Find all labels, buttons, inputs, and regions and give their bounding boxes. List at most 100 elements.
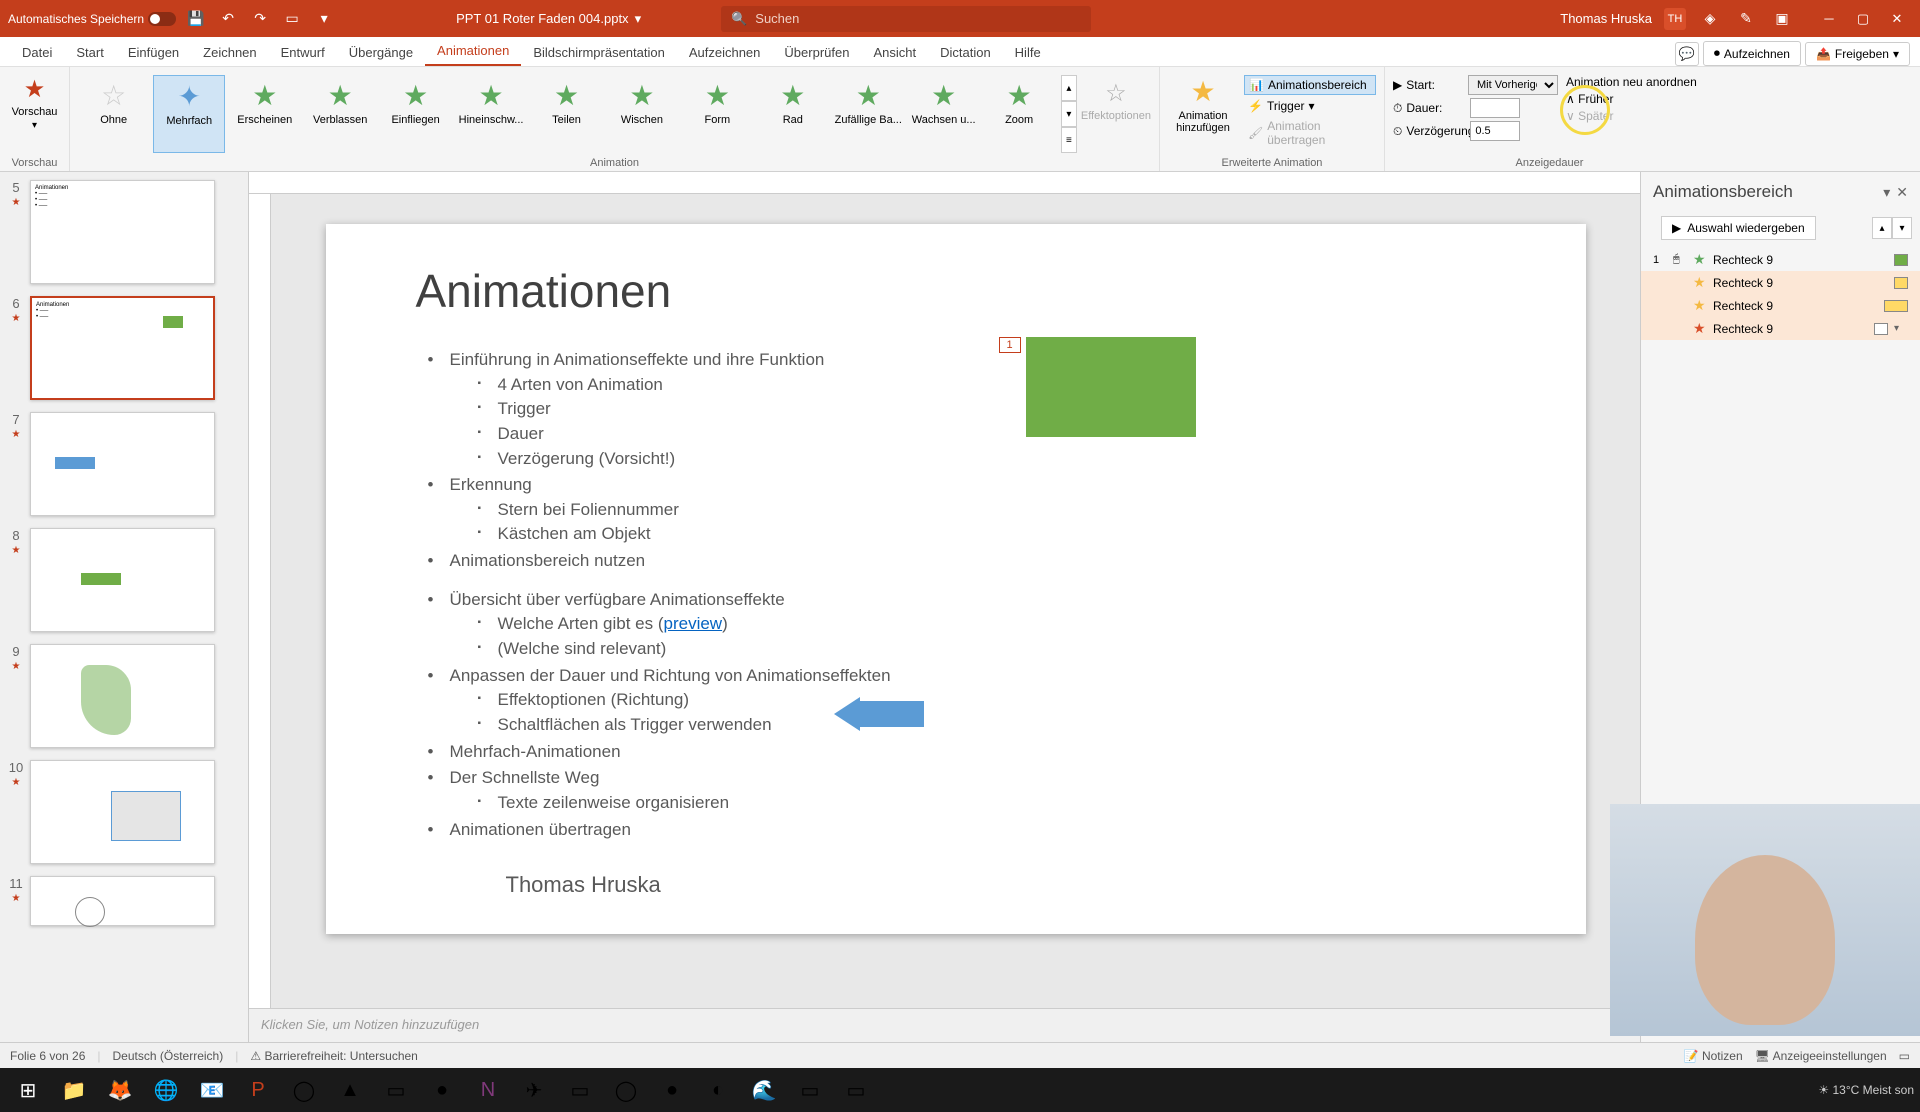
tab-entwurf[interactable]: Entwurf: [269, 39, 337, 66]
tab-animationen[interactable]: Animationen: [425, 37, 521, 66]
display-settings[interactable]: 🖥 Anzeigeeinstellungen: [1755, 1049, 1887, 1063]
anim-move-down[interactable]: ▾: [1892, 217, 1912, 239]
slide-counter[interactable]: Folie 6 von 26: [10, 1049, 85, 1063]
anim-wheel[interactable]: ★Rad: [757, 75, 828, 153]
preview-button[interactable]: ★ Vorschau ▾: [8, 71, 61, 131]
thumb-9[interactable]: [30, 644, 215, 748]
comments-button[interactable]: 💬: [1675, 42, 1699, 66]
redo-icon[interactable]: ↷: [248, 7, 272, 31]
thumb-6[interactable]: Animationen• ──• ──: [30, 296, 215, 400]
app-icon-7[interactable]: ◐: [696, 1070, 740, 1110]
animation-pane-button[interactable]: 📊 Animationsbereich: [1244, 75, 1376, 95]
anim-grow[interactable]: ★Wachsen u...: [908, 75, 979, 153]
thumb-11[interactable]: [30, 876, 215, 926]
weather-widget[interactable]: ☀ 13°C Meist son: [1818, 1083, 1914, 1097]
app-icon-6[interactable]: ●: [650, 1070, 694, 1110]
slide-author[interactable]: Thomas Hruska: [506, 872, 1496, 898]
green-rectangle-shape[interactable]: [1026, 337, 1196, 437]
tab-bildschirm[interactable]: Bildschirmpräsentation: [521, 39, 677, 66]
app-icon-5[interactable]: ◯: [604, 1070, 648, 1110]
notes-toggle[interactable]: 📝 Notizen: [1684, 1049, 1743, 1063]
anim-floatin[interactable]: ★Hineinschw...: [455, 75, 526, 153]
anim-none[interactable]: ☆Ohne: [78, 75, 149, 153]
slide-canvas[interactable]: Animationen Einführung in Animationseffe…: [326, 224, 1586, 934]
pane-close-icon[interactable]: ✕: [1896, 184, 1908, 201]
window-icon[interactable]: ▣: [1770, 7, 1794, 31]
search-box[interactable]: 🔍: [721, 6, 1091, 32]
anim-entry-3[interactable]: ★Rechteck 9: [1641, 294, 1920, 317]
notes-area[interactable]: Klicken Sie, um Notizen hinzuzufügen: [249, 1008, 1640, 1042]
duration-input[interactable]: [1470, 98, 1520, 118]
anim-move-up[interactable]: ▴: [1872, 217, 1892, 239]
autosave-toggle[interactable]: Automatisches Speichern: [8, 12, 176, 26]
powerpoint-icon[interactable]: P: [236, 1070, 280, 1110]
delay-input[interactable]: [1470, 121, 1520, 141]
play-selection-button[interactable]: ▶ Auswahl wiedergeben: [1661, 216, 1816, 240]
user-avatar[interactable]: TH: [1664, 8, 1686, 30]
anim-split[interactable]: ★Teilen: [531, 75, 602, 153]
trigger-button[interactable]: ⚡ Trigger ▾: [1244, 97, 1376, 115]
tab-dictation[interactable]: Dictation: [928, 39, 1003, 66]
normal-view-icon[interactable]: ▭: [1899, 1049, 1910, 1063]
app-icon[interactable]: ◯: [282, 1070, 326, 1110]
close-button[interactable]: ✕: [1882, 7, 1912, 31]
file-name[interactable]: PPT 01 Roter Faden 004.pptx▾: [456, 11, 641, 27]
gallery-more[interactable]: ≡: [1061, 127, 1077, 153]
language-indicator[interactable]: Deutsch (Österreich): [113, 1049, 224, 1063]
outlook-icon[interactable]: 📧: [190, 1070, 234, 1110]
slide-thumbnails-panel[interactable]: 5★Animationen• ──• ──• ── 6★Animationen•…: [0, 172, 235, 1042]
telegram-icon[interactable]: ✈: [512, 1070, 556, 1110]
anim-shape[interactable]: ★Form: [682, 75, 753, 153]
tab-einfuegen[interactable]: Einfügen: [116, 39, 191, 66]
tab-ansicht[interactable]: Ansicht: [861, 39, 928, 66]
chrome-icon[interactable]: 🌐: [144, 1070, 188, 1110]
app-icon-8[interactable]: ▭: [788, 1070, 832, 1110]
anim-zoom[interactable]: ★Zoom: [983, 75, 1054, 153]
blue-arrow-shape[interactable]: [834, 701, 924, 727]
accessibility-checker[interactable]: ⚠ Barrierefreiheit: Untersuchen: [250, 1049, 418, 1063]
anim-fade[interactable]: ★Verblassen: [304, 75, 375, 153]
anim-random[interactable]: ★Zufällige Ba...: [833, 75, 904, 153]
anim-appear[interactable]: ★Erscheinen: [229, 75, 300, 153]
pane-dropdown-icon[interactable]: ▾: [1883, 184, 1890, 201]
vlc-icon[interactable]: ▲: [328, 1070, 372, 1110]
anim-multi[interactable]: ✦Mehrfach: [153, 75, 225, 153]
cloud-icon[interactable]: ◈: [1698, 7, 1722, 31]
pen-icon[interactable]: ✎: [1734, 7, 1758, 31]
firefox-icon[interactable]: 🦊: [98, 1070, 142, 1110]
save-icon[interactable]: 💾: [184, 7, 208, 31]
anim-entry-4[interactable]: ★Rechteck 9▾: [1641, 317, 1920, 340]
record-button[interactable]: ⏺ Aufzeichnen: [1703, 41, 1801, 66]
start-select[interactable]: Mit Vorheriger: [1468, 75, 1558, 95]
tab-zeichnen[interactable]: Zeichnen: [191, 39, 268, 66]
add-animation-button[interactable]: ★ Animation hinzufügen: [1168, 75, 1238, 149]
tab-datei[interactable]: Datei: [10, 39, 64, 66]
anim-flyin[interactable]: ★Einfliegen: [380, 75, 451, 153]
present-icon[interactable]: ▭: [280, 7, 304, 31]
gallery-down[interactable]: ▾: [1061, 101, 1077, 127]
tab-aufzeichnen[interactable]: Aufzeichnen: [677, 39, 773, 66]
undo-icon[interactable]: ↶: [216, 7, 240, 31]
explorer-icon[interactable]: 📁: [52, 1070, 96, 1110]
tab-hilfe[interactable]: Hilfe: [1003, 39, 1053, 66]
minimize-button[interactable]: ─: [1814, 7, 1844, 31]
app-icon-9[interactable]: ▭: [834, 1070, 878, 1110]
user-name[interactable]: Thomas Hruska: [1560, 11, 1652, 26]
maximize-button[interactable]: ▢: [1848, 7, 1878, 31]
onenote-icon[interactable]: N: [466, 1070, 510, 1110]
tab-start[interactable]: Start: [64, 39, 115, 66]
thumb-7[interactable]: [30, 412, 215, 516]
slide-title[interactable]: Animationen: [416, 264, 1496, 318]
app-icon-3[interactable]: ●: [420, 1070, 464, 1110]
animation-tag[interactable]: 1: [999, 337, 1021, 353]
anim-entry-2[interactable]: ★Rechteck 9: [1641, 271, 1920, 294]
tab-uebergaenge[interactable]: Übergänge: [337, 39, 425, 66]
edge-icon[interactable]: 🌊: [742, 1070, 786, 1110]
thumb-5[interactable]: Animationen• ──• ──• ──: [30, 180, 215, 284]
thumb-8[interactable]: [30, 528, 215, 632]
share-button[interactable]: 📤 Freigeben ▾: [1805, 42, 1910, 66]
move-earlier-button[interactable]: ∧ Früher: [1566, 92, 1706, 106]
gallery-up[interactable]: ▴: [1061, 75, 1077, 101]
thumb-10[interactable]: [30, 760, 215, 864]
app-icon-2[interactable]: ▭: [374, 1070, 418, 1110]
